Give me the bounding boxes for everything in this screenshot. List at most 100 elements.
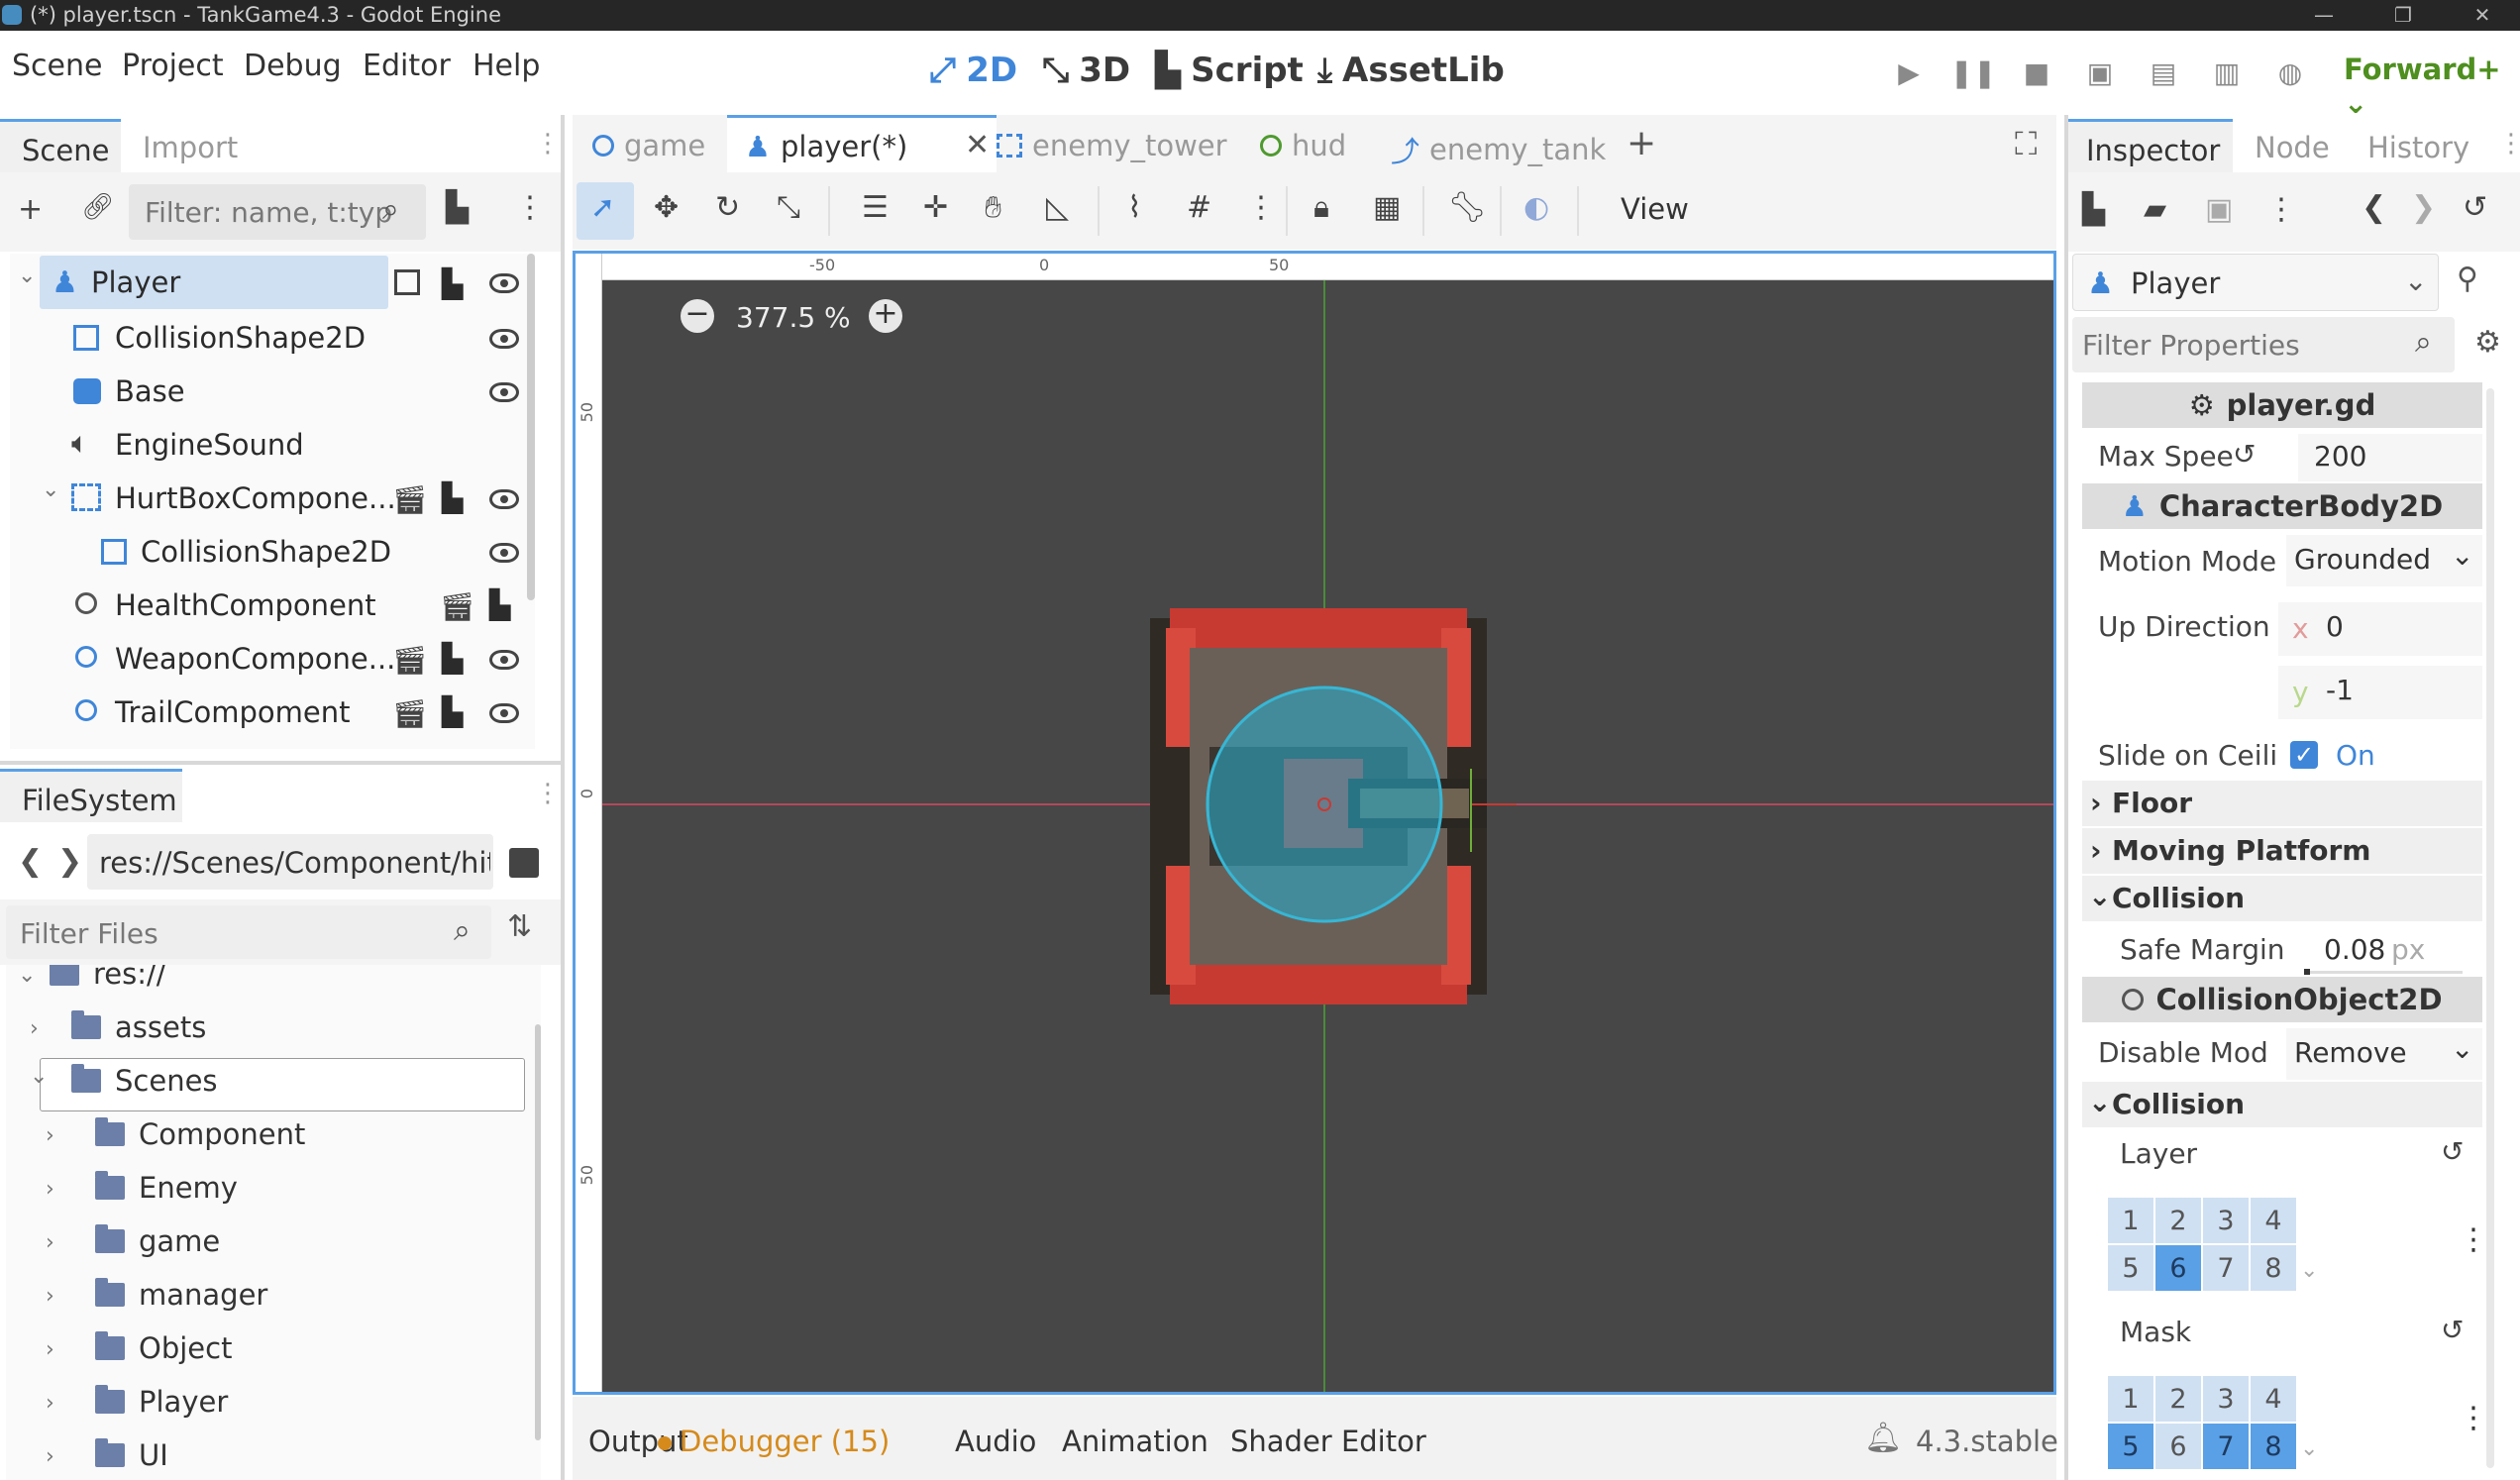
canvas-viewport[interactable]: -50 0 50 50 0 50 − 377.5 % + [573, 251, 2056, 1395]
object-properties-icon[interactable]: ⚲ [2457, 262, 2478, 296]
ruler-left[interactable]: 50 0 50 [576, 254, 602, 1392]
clapperboard-icon[interactable]: 🎬︎ [392, 483, 428, 516]
tab-inspector[interactable]: Inspector [2068, 119, 2233, 172]
scene-tree-scrollbar[interactable] [527, 254, 535, 600]
pan-icon[interactable]: ✋︎ [985, 190, 1001, 225]
property-filter-input[interactable]: Filter Properties ⌕ [2072, 317, 2455, 372]
motion-mode-select[interactable]: Grounded ⌄ [2286, 535, 2482, 586]
left-splitter[interactable] [561, 115, 565, 1480]
move-mode-icon[interactable]: ✥ [654, 190, 679, 225]
menu-scene[interactable]: Scene [12, 49, 102, 83]
chevron-right-icon[interactable]: › [46, 1230, 54, 1255]
history-forward-icon[interactable]: ❯ [2411, 190, 2436, 225]
pivot-icon[interactable]: ✛ [923, 190, 948, 225]
inspector-scrollbar[interactable] [2486, 388, 2494, 1468]
minimize-icon[interactable]: — [2294, 0, 2354, 31]
mask-bit-4[interactable]: 4 [2251, 1376, 2296, 1422]
scene-instance-icon[interactable] [394, 269, 420, 295]
remote-debug-icon[interactable]: ▣ [2080, 53, 2120, 92]
play-custom-scene-icon[interactable]: ▥ [2207, 53, 2247, 92]
tab-output[interactable]: Output [588, 1425, 688, 1458]
visibility-eye-icon[interactable] [489, 650, 519, 670]
new-resource-icon[interactable]: ▙ [2082, 192, 2105, 227]
revert-icon[interactable]: ↺ [2441, 1314, 2464, 1346]
detach-script-icon[interactable]: ▙ [446, 190, 469, 225]
script-icon[interactable]: ▙ [442, 267, 470, 300]
rotate-mode-icon[interactable]: ↻ [715, 190, 740, 225]
ruler-top[interactable]: -50 0 50 [576, 254, 2053, 280]
up-direction-y-input[interactable]: y -1 [2278, 666, 2482, 719]
chevron-right-icon[interactable]: › [30, 1016, 39, 1041]
workspace-script[interactable]: ▙ Script [1155, 51, 1304, 90]
path-input[interactable]: res://Scenes/Component/hit_ [87, 834, 493, 890]
scene-node-hurtboxcomponent[interactable]: HurtBoxCompone... [115, 481, 396, 515]
group-icon[interactable]: ▦ [1373, 190, 1401, 225]
file-item-player[interactable]: Player [95, 1385, 228, 1419]
scene-node-weaponcomponent[interactable]: WeaponCompone... [115, 642, 395, 676]
add-node-icon[interactable]: + [18, 192, 43, 227]
pause-icon[interactable]: ❚❚ [1950, 53, 1997, 92]
lock-icon[interactable]: 🔒︎ [1313, 190, 1329, 225]
mask-menu-icon[interactable]: ⋮ [2459, 1401, 2488, 1435]
chevron-right-icon[interactable]: › [46, 1123, 54, 1148]
chevron-down-icon[interactable]: ⌄ [42, 477, 59, 502]
scene-node-healthcomponent[interactable]: HealthComponent [115, 588, 376, 622]
more-icon[interactable]: ⋮ [2266, 192, 2296, 227]
mask-bit-5[interactable]: 5 [2108, 1424, 2153, 1469]
chevron-down-icon[interactable]: ⌄ [30, 1064, 48, 1089]
mask-bit-8[interactable]: 8 [2251, 1424, 2296, 1469]
file-item-ui[interactable]: UI [95, 1438, 168, 1472]
layer-bit-5[interactable]: 5 [2108, 1245, 2153, 1291]
safe-margin-slider[interactable] [2304, 971, 2463, 974]
file-item-component[interactable]: Component [95, 1117, 305, 1151]
script-section-header[interactable]: ⚙︎ player.gd [2082, 382, 2482, 428]
visibility-eye-icon[interactable] [489, 329, 519, 349]
split-view-icon[interactable] [509, 848, 539, 878]
chevron-right-icon[interactable]: › [46, 1284, 54, 1309]
file-item-object[interactable]: Object [95, 1331, 232, 1365]
script-icon[interactable]: ▙ [442, 695, 470, 728]
stop-icon[interactable]: ■ [2017, 53, 2056, 92]
select-mode-icon[interactable]: ➚ [590, 190, 615, 225]
zoom-in-icon[interactable]: + [869, 299, 902, 333]
workspace-3d[interactable]: ⤡ 3D [1042, 51, 1130, 90]
tab-enemy-tower[interactable]: enemy_tower [997, 129, 1227, 162]
collision-layers-group[interactable]: ⌄ Collision [2082, 1082, 2482, 1127]
tab-hud[interactable]: hud [1260, 129, 1346, 162]
workspace-assetlib[interactable]: ⤓ AssetLib [1317, 51, 1505, 90]
mask-bit-7[interactable]: 7 [2203, 1424, 2249, 1469]
file-item-manager[interactable]: manager [95, 1278, 267, 1312]
tab-history[interactable]: History [2367, 131, 2469, 164]
chevron-right-icon[interactable]: › [46, 1337, 54, 1362]
dock-menu-icon[interactable]: ⋮ [535, 779, 561, 808]
slide-on-ceiling-checkbox[interactable]: ✓ [2290, 741, 2318, 769]
menu-debug[interactable]: Debug [244, 49, 342, 83]
revert-icon[interactable]: ↺ [2233, 438, 2256, 471]
back-icon[interactable]: ❮ [18, 844, 43, 879]
sort-icon[interactable]: ⇅ [507, 909, 532, 944]
object-history-icon[interactable]: ↺ [2463, 190, 2487, 225]
tab-game[interactable]: game [592, 129, 705, 162]
visibility-eye-icon[interactable] [489, 703, 519, 723]
snap-icon[interactable]: ⌇ [1127, 190, 1142, 225]
list-select-icon[interactable]: ☰ [862, 190, 889, 225]
layer-bit-7[interactable]: 7 [2203, 1245, 2249, 1291]
tab-enemy-tank[interactable]: ⤴ enemy_tank [1391, 129, 1606, 170]
layer-bit-6[interactable]: 6 [2155, 1245, 2201, 1291]
scene-node-enginesound[interactable]: EngineSound [115, 428, 304, 462]
chevron-right-icon[interactable]: › [46, 1391, 54, 1416]
slider-grabber[interactable] [2304, 969, 2310, 975]
tab-filesystem[interactable]: FileSystem [0, 769, 182, 822]
visibility-eye-icon[interactable] [489, 273, 519, 293]
dock-menu-icon[interactable]: ⋮ [535, 129, 561, 159]
scene-node-player[interactable]: Player [91, 265, 180, 299]
max-speed-input[interactable]: 200 [2298, 434, 2482, 481]
safe-margin-input[interactable]: 0.08 px [2302, 927, 2463, 975]
chevron-down-icon[interactable]: ⌄ [18, 965, 36, 988]
play-icon[interactable]: ▶ [1889, 53, 1929, 92]
property-options-icon[interactable]: ⚙︎ [2474, 325, 2501, 360]
layer-bit-1[interactable]: 1 [2108, 1198, 2153, 1243]
clapperboard-icon[interactable]: 🎬︎ [440, 590, 475, 623]
expand-mask-icon[interactable]: ⌄ [2300, 1436, 2318, 1461]
file-item-game[interactable]: game [95, 1224, 220, 1258]
